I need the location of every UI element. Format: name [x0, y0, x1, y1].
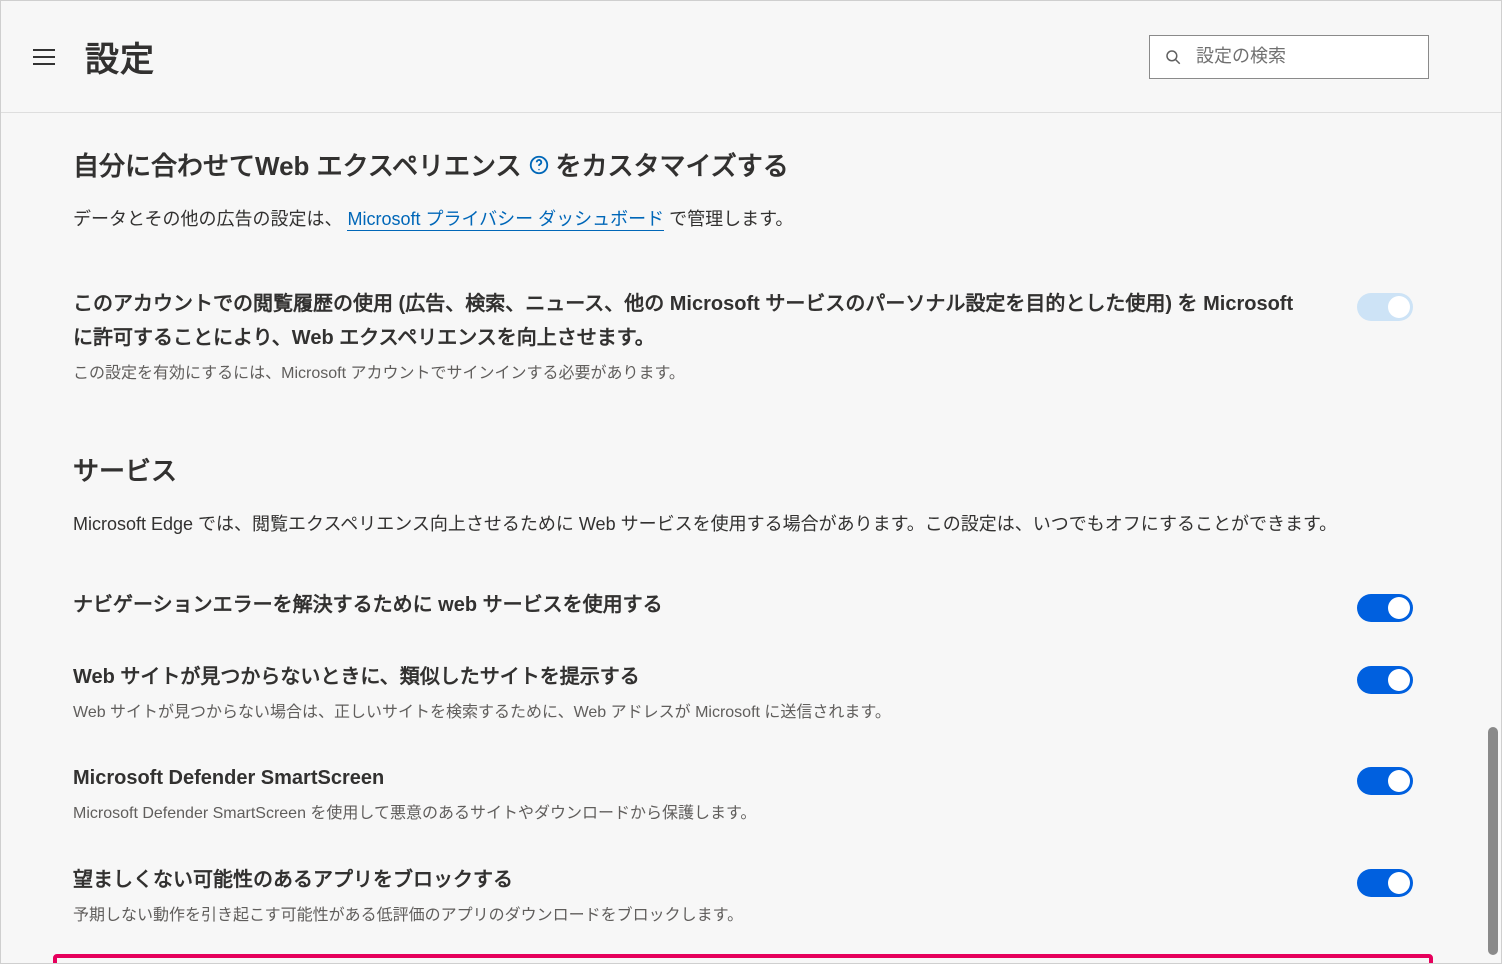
- header-left: 設定: [33, 32, 155, 81]
- row-title: このアカウントでの閲覧履歴の使用 (広告、検索、ニュース、他の Microsof…: [73, 287, 1317, 355]
- row-suggest-similar-sites: Web サイトが見つからないときに、類似したサイトを提示する Web サイトが見…: [73, 654, 1413, 732]
- search-icon: [1164, 48, 1182, 66]
- section-customize-heading: 自分に合わせてWeb エクスペリエンス をカスタマイズする: [73, 146, 1413, 183]
- row-text: 望ましくない可能性のあるアプリをブロックする 予期しない動作を引き起こす可能性が…: [73, 863, 1317, 929]
- section-customize-heading-prefix: 自分に合わせてWeb エクスペリエンス: [73, 146, 522, 183]
- row-text: ナビゲーションエラーを解決するために web サービスを使用する: [73, 588, 1317, 622]
- settings-content: 自分に合わせてWeb エクスペリエンス をカスタマイズする データとその他の広告…: [1, 116, 1485, 963]
- row-browsing-history: このアカウントでの閲覧履歴の使用 (広告、検索、ニュース、他の Microsof…: [73, 281, 1413, 393]
- desc-suffix: で管理します。: [669, 209, 793, 229]
- toggle-suggest-similar-sites[interactable]: [1357, 666, 1413, 694]
- row-text: Microsoft Defender SmartScreen Microsoft…: [73, 761, 1317, 827]
- settings-page: 設定 自分に合わせてWeb エクスペリエンス をカスタマイズする: [0, 0, 1502, 964]
- row-sub: Web サイトが見つからない場合は、正しいサイトを検索するために、Web アドレ…: [73, 700, 1317, 726]
- row-nav-error-webservice: ナビゲーションエラーを解決するために web サービスを使用する: [73, 582, 1413, 628]
- row-title: 望ましくない可能性のあるアプリをブロックする: [73, 863, 1317, 897]
- search-input[interactable]: [1194, 45, 1430, 68]
- row-sub: Microsoft Defender SmartScreen を使用して悪意のあ…: [73, 801, 1317, 827]
- toggle-smartscreen[interactable]: [1357, 767, 1413, 795]
- toggle-browsing-history: [1357, 293, 1413, 321]
- row-text: このアカウントでの閲覧履歴の使用 (広告、検索、ニュース、他の Microsof…: [73, 287, 1317, 387]
- section-services-heading: サービス: [73, 451, 1413, 488]
- row-text: Web サイトが見つからないときに、類似したサイトを提示する Web サイトが見…: [73, 660, 1317, 726]
- toggle-block-pua[interactable]: [1357, 869, 1413, 897]
- toggle-nav-error-webservice[interactable]: [1357, 594, 1413, 622]
- help-icon[interactable]: [528, 154, 550, 176]
- row-title: ナビゲーションエラーを解決するために web サービスを使用する: [73, 588, 1317, 622]
- row-sub: 予期しない動作を引き起こす可能性がある低評価のアプリのダウンロードをブロックしま…: [73, 903, 1317, 929]
- section-customize-desc: データとその他の広告の設定は、 Microsoft プライバシー ダッシュボード…: [73, 205, 1413, 231]
- scrollbar-thumb[interactable]: [1488, 727, 1498, 955]
- row-title: Web サイトが見つからないときに、類似したサイトを提示する: [73, 660, 1317, 694]
- section-services-desc: Microsoft Edge では、閲覧エクスペリエンス向上させるために Web…: [73, 510, 1413, 536]
- row-block-pua: 望ましくない可能性のあるアプリをブロックする 予期しない動作を引き起こす可能性が…: [73, 857, 1413, 935]
- row-address-bar-highlighted: アドレス バー アドレス バーで使用されている検索候補と検索エンジンを管理します: [53, 954, 1433, 963]
- row-sub: この設定を有効にするには、Microsoft アカウントでサインインする必要があ…: [73, 361, 1317, 387]
- search-box[interactable]: [1149, 35, 1429, 79]
- privacy-dashboard-link[interactable]: Microsoft プライバシー ダッシュボード: [347, 209, 664, 231]
- row-title: Microsoft Defender SmartScreen: [73, 761, 1317, 795]
- section-customize-heading-suffix: をカスタマイズする: [556, 146, 789, 183]
- page-title: 設定: [85, 32, 155, 81]
- row-smartscreen: Microsoft Defender SmartScreen Microsoft…: [73, 755, 1413, 833]
- menu-button[interactable]: [33, 43, 61, 71]
- header: 設定: [1, 1, 1501, 113]
- desc-prefix: データとその他の広告の設定は、: [73, 209, 342, 229]
